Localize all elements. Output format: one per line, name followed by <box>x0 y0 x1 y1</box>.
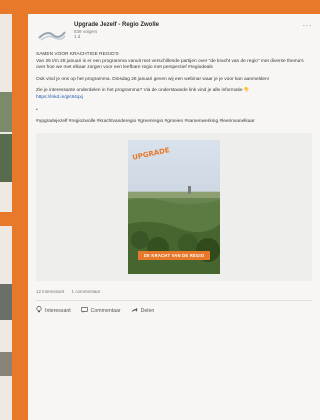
share-label: Delen <box>140 307 155 314</box>
landscape-photo[interactable]: UPGRADE DE KRACHT VAN DE REGIO <box>128 140 220 275</box>
thumbnail[interactable] <box>0 284 12 320</box>
thumbnail[interactable] <box>0 134 12 182</box>
pointing-down-emoji-icon: 👇 <box>243 88 250 94</box>
post-actions: Interessant Commentaar Delen <box>36 306 312 315</box>
share-button[interactable]: Delen <box>131 306 155 315</box>
lightbulb-icon <box>36 306 42 315</box>
feed-post: Upgrade Jezelf - Regio Zwolle 839 volger… <box>28 14 320 420</box>
author-name[interactable]: Upgrade Jezelf - Regio Zwolle <box>74 22 159 29</box>
hashtags[interactable]: #upgradejezelf #regiozwolle #krachtvande… <box>36 119 312 126</box>
comment-icon <box>80 306 88 315</box>
post-paragraph: Van 25 t/m 28 januari is er een programm… <box>36 58 304 71</box>
left-feed-strip <box>0 14 12 420</box>
post-heading: SAMEN VOOR KRACHTIGE REGIO'S <box>36 52 119 57</box>
interesting-label: Interessant <box>45 307 71 314</box>
post-header: Upgrade Jezelf - Regio Zwolle 839 volger… <box>36 22 312 52</box>
image-caption: DE KRACHT VAN DE REGIO <box>138 251 210 261</box>
thumbnail <box>0 212 12 226</box>
comment-button[interactable]: Commentaar <box>80 306 121 315</box>
reaction-count[interactable]: 12 interessant <box>36 289 64 294</box>
post-body: SAMEN VOOR KRACHTIGE REGIO'S Van 25 t/m … <box>36 52 312 102</box>
post-paragraph: Ook vind je ons op het programma. Dinsda… <box>36 76 270 82</box>
post-media[interactable]: UPGRADE DE KRACHT VAN DE REGIO <box>36 133 312 282</box>
post-link[interactable]: https://lnkd.in/gK84qxj <box>36 95 83 100</box>
company-logo[interactable] <box>36 24 68 46</box>
more-options-icon[interactable]: ··· <box>303 22 313 30</box>
post-age: 1 d <box>74 34 81 40</box>
post-paragraph: Zie je interessante onderdelen in het pr… <box>36 88 243 94</box>
top-frame <box>0 0 320 14</box>
post-stats: 12 interessant 1 commentaar <box>36 289 312 302</box>
interesting-button[interactable]: Interessant <box>36 306 71 315</box>
thumbnail[interactable] <box>0 352 12 376</box>
comment-label: Commentaar <box>90 307 121 314</box>
separator: • <box>36 106 38 113</box>
thumbnail[interactable] <box>0 92 12 132</box>
comment-count[interactable]: 1 commentaar <box>72 289 101 294</box>
share-icon <box>131 307 138 315</box>
